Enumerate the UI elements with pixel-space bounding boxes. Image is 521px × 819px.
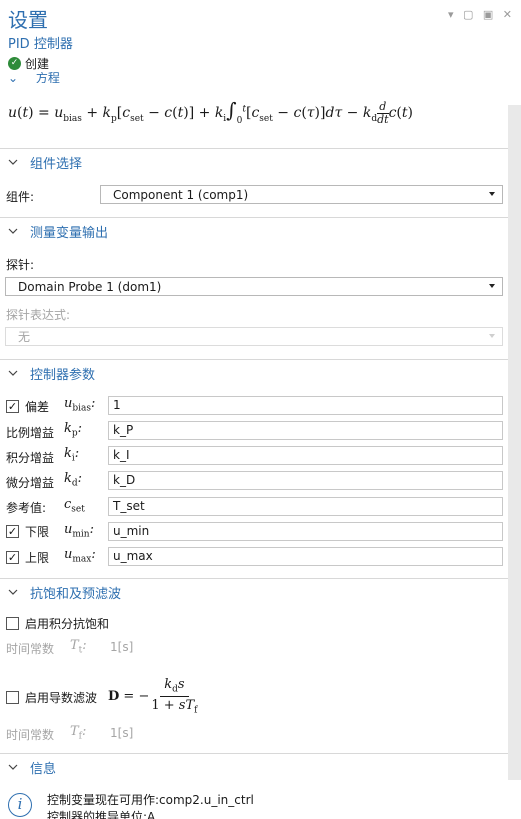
kd-input[interactable]: k_D (108, 471, 503, 490)
param-label: 比例增益 (6, 426, 55, 440)
section-probe-header[interactable]: 测量变量输出 (0, 217, 508, 244)
param-label: 下限 (25, 525, 50, 539)
dropdown-caret-icon (489, 334, 495, 338)
dropdown-caret-icon (489, 192, 495, 196)
section-component-header[interactable]: 组件选择 (0, 148, 508, 175)
status-label: 创建 (25, 57, 50, 71)
component-value: Component 1 (comp1) (113, 187, 249, 202)
lower-limit-input[interactable]: u_min (108, 522, 503, 541)
check-circle-icon: ✓ (8, 57, 21, 70)
window-controls[interactable]: ▾ ▢ ▣ ✕ (448, 8, 515, 21)
deriv-filter-label: 启用导数滤波 (25, 691, 98, 705)
deriv-filter-checkbox[interactable] (6, 691, 19, 704)
param-symbol: ubias: (64, 396, 96, 414)
section-label: 方程 (35, 72, 60, 83)
param-label: 偏差 (25, 400, 50, 414)
param-label: 参考值: (6, 501, 47, 515)
deriv-filter-formula: D = − kds 1 + sTf (108, 677, 198, 716)
lower-limit-checkbox[interactable] (6, 525, 19, 538)
param-label: 上限 (25, 551, 50, 565)
setpoint-input[interactable]: T_set (108, 497, 503, 516)
pid-equation: u(t) = ubias + kp[cset − c(t)] + ki∫0t[c… (8, 98, 413, 126)
param-symbol: ki: (64, 446, 80, 464)
probe-expression-value: 无 (18, 330, 31, 344)
windup-row: 启用积分抗饱和 (6, 615, 109, 632)
upper-limit-input[interactable]: u_max (108, 547, 503, 566)
section-label: 组件选择 (30, 156, 83, 172)
param-row-bias: 偏差 (6, 398, 49, 415)
info-line-1: 控制变量现在可用作:comp2.u_in_ctrl (47, 793, 254, 807)
chevron-down-icon: ⌄ (8, 72, 19, 83)
probe-expression-select: 无 (5, 327, 503, 346)
section-label: 信息 (30, 761, 57, 777)
kp-input[interactable]: k_P (108, 421, 503, 440)
param-symbol: kd: (64, 471, 83, 489)
windup-label: 启用积分抗饱和 (25, 617, 110, 631)
chevron-down-icon (8, 764, 18, 770)
page-subtitle: PID 控制器 (8, 37, 73, 52)
info-line-2: 控制器的推导单位:A (47, 810, 156, 819)
probe-select[interactable]: Domain Probe 1 (dom1) (5, 277, 503, 296)
chevron-down-icon (8, 228, 18, 234)
param-label: 微分增益 (6, 476, 55, 490)
info-icon: i (8, 793, 32, 817)
ki-input[interactable]: k_I (108, 446, 503, 465)
tf-value: 1[s] (110, 726, 134, 740)
probe-expression-label: 探针表达式: (6, 308, 71, 322)
section-label: 测量变量输出 (30, 225, 109, 241)
dropdown-caret-icon (489, 284, 495, 288)
vertical-scrollbar[interactable] (508, 105, 521, 780)
build-status: ✓ 创建 (8, 55, 49, 72)
bias-checkbox[interactable] (6, 400, 19, 413)
bias-input[interactable]: 1 (108, 396, 503, 415)
section-params-header[interactable]: 控制器参数 (0, 359, 508, 386)
param-row-min: 下限 (6, 523, 49, 540)
page-title: 设置 (8, 8, 48, 32)
param-symbol: umin: (64, 522, 94, 540)
time-constant-label: 时间常数 (6, 642, 55, 656)
section-filter-header[interactable]: 抗饱和及预滤波 (0, 578, 508, 605)
section-label: 控制器参数 (30, 367, 96, 383)
probe-label: 探针: (6, 258, 35, 272)
param-symbol: umax: (64, 547, 96, 565)
tt-value: 1[s] (110, 640, 134, 654)
chevron-down-icon (8, 159, 18, 165)
time-constant-label: 时间常数 (6, 728, 55, 742)
chevron-down-icon (8, 370, 18, 376)
component-select[interactable]: Component 1 (comp1) (100, 185, 503, 204)
upper-limit-checkbox[interactable] (6, 551, 19, 564)
chevron-down-icon (8, 589, 18, 595)
tt-symbol: Tt: (70, 638, 87, 656)
section-label: 抗饱和及预滤波 (30, 586, 122, 602)
param-row-max: 上限 (6, 549, 49, 566)
windup-checkbox[interactable] (6, 617, 19, 630)
component-label: 组件: (6, 190, 35, 204)
param-symbol: cset (64, 497, 85, 515)
probe-value: Domain Probe 1 (dom1) (18, 279, 162, 294)
section-equation-header[interactable]: ⌄ 方程 (8, 72, 60, 83)
section-info-header[interactable]: 信息 (0, 753, 508, 780)
deriv-filter-row: 启用导数滤波 (6, 689, 97, 706)
tf-symbol: Tf: (70, 724, 87, 742)
param-symbol: kp: (64, 421, 83, 439)
param-label: 积分增益 (6, 451, 55, 465)
